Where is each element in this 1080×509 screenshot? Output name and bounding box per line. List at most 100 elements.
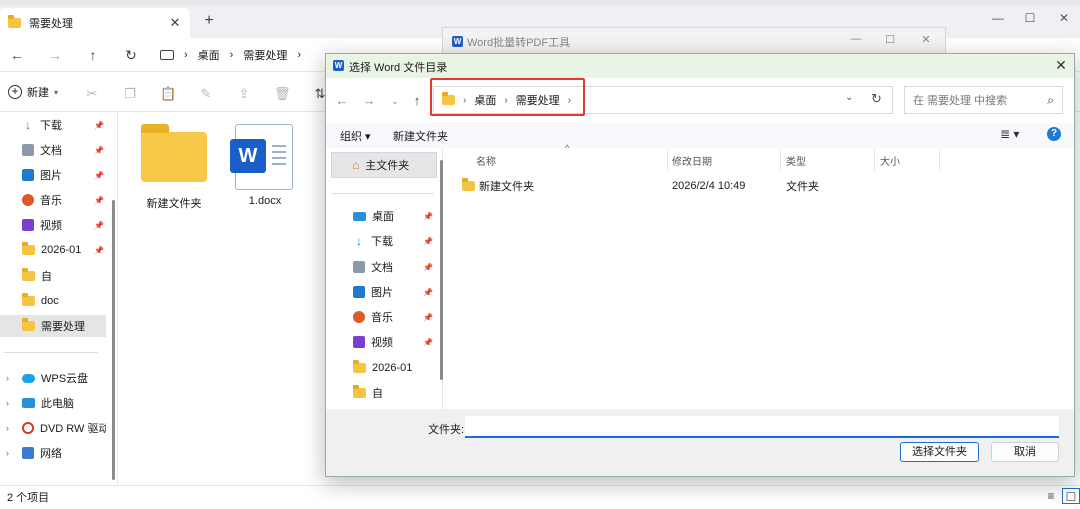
folder-icon[interactable] <box>141 124 207 182</box>
nav-item-desktop[interactable]: 桌面 📌 <box>333 206 433 226</box>
cut-icon[interactable]: ✂ <box>84 86 100 102</box>
sidebar-item-zi[interactable]: 自 <box>0 265 106 287</box>
sidebar-item-network[interactable]: › 网络 <box>0 442 106 464</box>
breadcrumb-item[interactable]: 桌面 <box>198 47 220 63</box>
download-icon: ↓ <box>25 118 31 132</box>
column-date[interactable]: 修改日期 <box>672 153 712 168</box>
sidebar-item-2026-01[interactable]: 2026-01 📌 <box>0 239 106 261</box>
column-separator[interactable] <box>667 149 668 171</box>
copy-icon[interactable]: ❐ <box>122 86 138 102</box>
forward-icon[interactable]: → <box>360 92 378 110</box>
file-type: 文件夹 <box>786 181 819 193</box>
new-button[interactable]: + 新建 ▾ <box>8 84 58 100</box>
forward-icon[interactable]: → <box>44 44 66 66</box>
folder-name-input[interactable] <box>465 416 1059 438</box>
sidebar-item-documents[interactable]: 文档 📌 <box>0 139 106 161</box>
nav-item-pictures[interactable]: 图片 📌 <box>333 282 433 302</box>
close-window-icon[interactable]: ✕ <box>1044 8 1080 28</box>
help-icon[interactable]: ? <box>1047 127 1061 141</box>
sidebar-item-downloads[interactable]: ↓ 下载 📌 <box>0 114 106 136</box>
tiles-view-icon[interactable]: ☐ <box>1062 488 1080 504</box>
sidebar-item-music[interactable]: 音乐 📌 <box>0 189 106 211</box>
select-folder-button[interactable]: 选择文件夹 <box>900 442 979 462</box>
address-dropdown-icon[interactable]: ⌄ <box>845 92 853 103</box>
new-folder-button[interactable]: 新建文件夹 <box>393 128 448 144</box>
expand-icon[interactable]: › <box>6 373 9 383</box>
file-row[interactable]: 新建文件夹 2026/2/4 10:49 文件夹 <box>462 176 1022 196</box>
close-icon[interactable]: ✕ <box>916 33 936 46</box>
status-bar <box>0 485 1080 509</box>
expand-icon[interactable]: › <box>6 448 9 458</box>
folder-icon <box>22 318 35 331</box>
organize-button[interactable]: 组织 ▾ <box>340 128 371 144</box>
nav-item-2026-01[interactable]: 2026-01 <box>333 358 433 378</box>
nav-item-label: 自 <box>372 388 383 400</box>
sidebar-scrollbar[interactable] <box>112 200 115 480</box>
column-separator[interactable] <box>874 149 875 171</box>
rename-icon[interactable]: ✎ <box>198 86 214 102</box>
nav-item-documents[interactable]: 文档 📌 <box>333 257 433 277</box>
close-icon[interactable]: ✕ <box>1052 57 1070 74</box>
paste-icon[interactable]: 📋 <box>160 86 176 102</box>
column-separator[interactable] <box>780 149 781 171</box>
item-label[interactable]: 新建文件夹 <box>129 195 219 211</box>
column-name[interactable]: 名称 <box>476 153 496 168</box>
sidebar-item-dvd[interactable]: › DVD RW 驱动器 <box>0 417 106 439</box>
sidebar-item-label: 文档 <box>40 145 62 157</box>
refresh-icon[interactable]: ↻ <box>120 44 142 66</box>
download-icon: ↓ <box>356 234 362 248</box>
address-item[interactable]: 需要处理 <box>516 92 560 108</box>
expand-icon[interactable]: › <box>6 423 9 433</box>
dialog-search-input[interactable]: 在 需要处理 中搜索 ⌕ <box>904 86 1063 114</box>
up-icon[interactable]: ↑ <box>408 92 426 110</box>
nav-item-home[interactable]: ⌂ 主文件夹 <box>331 152 437 178</box>
back-icon[interactable]: ← <box>6 44 28 66</box>
address-item[interactable]: 桌面 <box>474 92 496 108</box>
breadcrumb-item[interactable]: 需要处理 <box>243 47 287 63</box>
column-size[interactable]: 大小 <box>880 153 900 168</box>
minimize-icon[interactable]: — <box>846 33 866 45</box>
details-view-icon[interactable]: ≡ <box>1042 488 1060 504</box>
nav-item-zi[interactable]: 自 <box>333 383 433 403</box>
column-separator[interactable] <box>939 149 940 171</box>
refresh-icon[interactable]: ↻ <box>871 91 882 107</box>
back-icon[interactable]: ← <box>333 92 351 110</box>
cancel-button[interactable]: 取消 <box>991 442 1059 462</box>
breadcrumb[interactable]: › 桌面 › 需要处理 › <box>160 42 301 68</box>
expand-icon[interactable]: › <box>6 398 9 408</box>
close-tab-icon[interactable]: ✕ <box>168 15 182 31</box>
up-icon[interactable]: ↑ <box>82 44 104 66</box>
new-label: 新建 <box>27 87 49 99</box>
delete-icon[interactable]: 🗑 <box>274 86 291 102</box>
item-label[interactable]: 1.docx <box>220 195 310 207</box>
view-menu-icon[interactable]: ≣ ▾ <box>1000 127 1019 141</box>
recent-chevron-icon[interactable]: ⌄ <box>386 92 404 110</box>
sidebar-item-this-pc[interactable]: › 此电脑 <box>0 392 106 414</box>
sidebar-item-needs-processing[interactable]: 需要处理 <box>0 315 106 337</box>
music-icon <box>22 194 34 206</box>
folder-icon <box>353 360 366 373</box>
explorer-tab[interactable]: 需要处理 ✕ <box>0 8 190 38</box>
nav-item-music[interactable]: 音乐 📌 <box>333 307 433 327</box>
maximize-icon[interactable]: ☐ <box>880 33 900 46</box>
sidebar-item-pictures[interactable]: 图片 📌 <box>0 164 106 186</box>
chevron-down-icon: ▾ <box>54 87 59 97</box>
pin-icon: 📌 <box>423 287 433 297</box>
pin-icon: 📌 <box>423 262 433 272</box>
sidebar-item-label: 此电脑 <box>41 398 74 410</box>
nav-item-label: 图片 <box>371 287 393 299</box>
dialog-address-bar[interactable]: › 桌面 › 需要处理 › <box>433 86 893 114</box>
nav-scrollbar[interactable] <box>440 160 443 380</box>
sidebar-item-wps-cloud[interactable]: › WPS云盘 <box>0 367 106 389</box>
search-icon[interactable]: ⌕ <box>1047 93 1054 108</box>
pictures-icon <box>353 286 365 298</box>
column-type[interactable]: 类型 <box>786 153 806 168</box>
share-icon[interactable]: ⇪ <box>236 86 252 102</box>
new-tab-icon[interactable]: + <box>200 12 218 30</box>
status-text: 2 个项目 <box>7 492 50 504</box>
word-document-icon[interactable]: W <box>230 124 293 190</box>
nav-item-downloads[interactable]: ↓ 下载 📌 <box>333 231 433 251</box>
sidebar-item-videos[interactable]: 视频 📌 <box>0 214 106 236</box>
sidebar-item-doc[interactable]: doc <box>0 290 106 312</box>
nav-item-videos[interactable]: 视频 📌 <box>333 332 433 352</box>
